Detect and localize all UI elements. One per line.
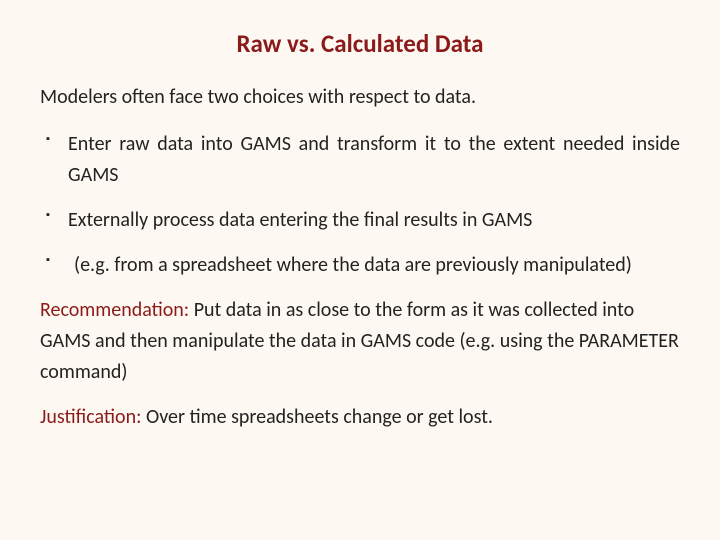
justification-text: Over time spreadsheets change or get los… xyxy=(141,405,493,429)
recommendation-paragraph: Recommendation: Put data in as close to … xyxy=(40,295,680,388)
bullet-item-2: Externally process data entering the fin… xyxy=(40,205,680,236)
intro-text: Modelers often face two choices with res… xyxy=(40,83,680,111)
bullet-item-1: Enter raw data into GAMS and transform i… xyxy=(40,129,680,191)
recommendation-label: Recommendation: xyxy=(40,298,189,322)
bullet-list: Enter raw data into GAMS and transform i… xyxy=(40,129,680,281)
bullet-item-3: (e.g. from a spreadsheet where the data … xyxy=(40,250,680,281)
justification-paragraph: Justification: Over time spreadsheets ch… xyxy=(40,402,680,433)
justification-label: Justification: xyxy=(40,405,141,429)
slide-title: Raw vs. Calculated Data xyxy=(40,28,680,59)
